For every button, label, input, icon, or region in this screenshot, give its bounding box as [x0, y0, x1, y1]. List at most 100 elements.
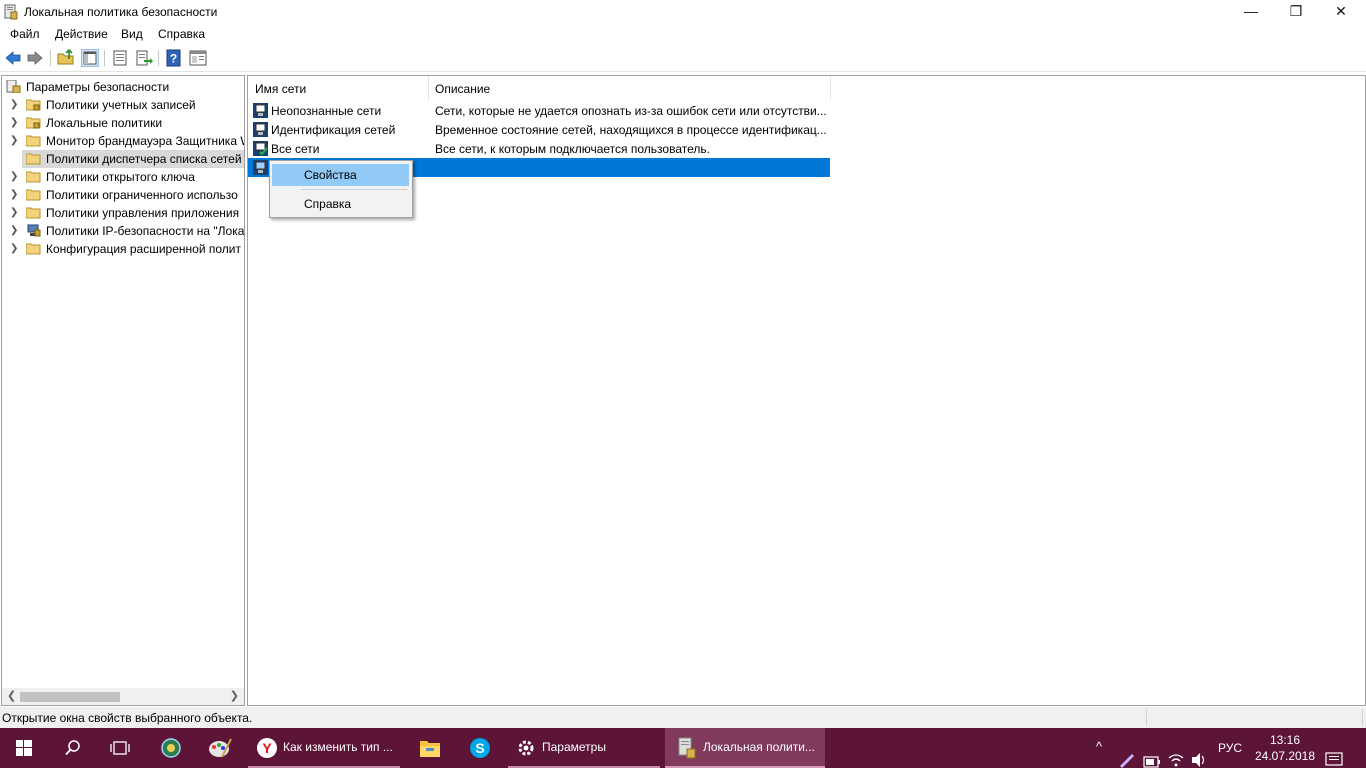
network-name: Все сети [271, 142, 320, 156]
yandex-browser-icon: Y [257, 738, 277, 758]
taskbar-app-label: Как изменить тип ... [283, 740, 393, 754]
folder-icon [26, 171, 41, 183]
properties-icon[interactable] [111, 49, 129, 67]
taskbar-app-paint[interactable] [196, 728, 244, 768]
expand-arrow-icon[interactable]: ❯ [10, 171, 18, 182]
security-policy-icon [4, 4, 18, 20]
maximize-button[interactable]: ❐ [1273, 0, 1319, 24]
list-row[interactable]: Неопознанные сети Сети, которые не удает… [248, 101, 830, 120]
status-divider [1146, 709, 1147, 726]
scroll-left-icon[interactable]: ❮ [7, 689, 16, 702]
expand-arrow-icon[interactable]: ❯ [10, 243, 18, 254]
horizontal-scrollbar[interactable]: ❮ ❯ [2, 688, 244, 705]
up-folder-icon[interactable] [57, 49, 75, 67]
expand-arrow-icon[interactable]: ❯ [10, 207, 18, 218]
network-description: Сети, которые не удается опознать из-за … [435, 104, 827, 118]
wifi-icon[interactable] [1167, 740, 1185, 780]
tree-item-local-policies[interactable]: ❯ Локальные политики [2, 114, 244, 132]
column-header-network-name[interactable]: Имя сети [255, 76, 306, 100]
context-menu-help[interactable]: Справка [272, 193, 409, 215]
search-button[interactable] [48, 728, 96, 768]
svg-text:?: ? [170, 52, 177, 66]
console-icon[interactable] [189, 49, 207, 67]
tree-item-label: Политики открытого ключа [46, 170, 195, 184]
taskbar-app-security-policy[interactable]: Локальная полити... [665, 728, 825, 768]
menu-bar: Файл Действие Вид Справка [0, 24, 1366, 44]
tree-item-label: Политики управления приложения [46, 206, 240, 220]
windows-start-icon [16, 740, 32, 756]
expand-arrow-icon[interactable]: ❯ [10, 225, 18, 236]
tray-chevron-icon[interactable]: ^ [1096, 739, 1102, 779]
network-icon [253, 160, 268, 175]
column-header-description[interactable]: Описание [435, 76, 490, 100]
tree-item-account-policies[interactable]: ❯ Политики учетных записей [2, 96, 244, 114]
title-bar: Локальная политика безопасности — ❐ ✕ [0, 0, 1366, 24]
notification-center-icon[interactable] [1325, 740, 1343, 780]
tree-item-network-list-manager[interactable]: Политики диспетчера списка сетей [2, 150, 244, 168]
status-text: Открытие окна свойств выбранного объекта… [2, 711, 253, 725]
taskbar-app-globe[interactable] [146, 728, 194, 768]
details-list: Имя сети Описание Неопознанные сети Сети… [247, 75, 1366, 706]
tree-item-public-key-policies[interactable]: ❯ Политики открытого ключа [2, 168, 244, 186]
context-menu-label: Справка [304, 197, 352, 211]
back-icon[interactable] [4, 49, 22, 67]
forward-icon[interactable] [26, 49, 44, 67]
folder-icon [26, 153, 41, 165]
list-row[interactable]: Все сети Все сети, к которым подключаетс… [248, 139, 830, 158]
clock[interactable]: 13:16 24.07.2018 [1254, 728, 1316, 768]
expand-arrow-icon[interactable]: ❯ [10, 189, 18, 200]
tree-item-ip-security[interactable]: ❯ Политики IP-безопасности на "Лока [2, 222, 244, 240]
tree-root[interactable]: Параметры безопасности [2, 78, 244, 96]
battery-icon[interactable] [1143, 742, 1161, 782]
close-button[interactable]: ✕ [1318, 0, 1364, 24]
volume-icon[interactable] [1190, 740, 1208, 780]
help-icon[interactable]: ? [165, 49, 183, 67]
taskbar-app-skype[interactable]: S [456, 728, 504, 768]
export-list-icon[interactable] [135, 49, 153, 67]
expand-arrow-icon[interactable]: ❯ [10, 117, 18, 128]
task-view-icon [110, 741, 130, 755]
context-menu-label: Свойства [304, 168, 357, 182]
list-row[interactable]: Идентификация сетей Временное состояние … [248, 120, 830, 139]
tree-item-software-restriction[interactable]: ❯ Политики ограниченного использо [2, 186, 244, 204]
status-bar: Открытие окна свойств выбранного объекта… [0, 707, 1366, 728]
tree-item-label: Монитор брандмауэра Защитника W [46, 134, 245, 148]
tree-item-label: Конфигурация расширенной полит [46, 242, 241, 256]
taskbar-app-settings[interactable]: Параметры [508, 728, 660, 768]
navigation-tree: Параметры безопасности ❯ Политики учетны… [1, 75, 245, 706]
tree-item-advanced-audit[interactable]: ❯ Конфигурация расширенной полит [2, 240, 244, 258]
skype-icon: S [470, 738, 490, 758]
menu-file[interactable]: Файл [10, 27, 40, 41]
task-view-button[interactable] [96, 728, 144, 768]
start-button[interactable] [0, 728, 48, 768]
tree-item-label: Политики IP-безопасности на "Лока [46, 224, 245, 238]
scroll-right-icon[interactable]: ❯ [230, 689, 239, 702]
column-separator[interactable] [830, 76, 831, 100]
folder-icon [26, 189, 41, 201]
pen-icon[interactable] [1118, 740, 1136, 780]
expand-arrow-icon[interactable]: ❯ [10, 135, 18, 146]
window-title: Локальная политика безопасности [24, 5, 218, 19]
language-indicator[interactable]: РУС [1218, 741, 1242, 781]
ip-security-icon [27, 224, 41, 237]
scrollbar-thumb[interactable] [20, 692, 120, 702]
minimize-button[interactable]: — [1228, 0, 1274, 24]
expand-arrow-icon[interactable]: ❯ [10, 99, 18, 110]
menu-action[interactable]: Действие [55, 27, 108, 41]
security-policy-icon [6, 80, 21, 93]
identifying-network-icon [253, 122, 268, 137]
tree-root-label: Параметры безопасности [26, 80, 170, 94]
column-separator[interactable] [428, 76, 429, 100]
taskbar-app-yandex[interactable]: Y Как изменить тип ... [248, 728, 400, 768]
settings-gear-icon [518, 740, 534, 756]
tree-item-label: Локальные политики [46, 116, 163, 130]
folder-lock-icon [26, 99, 41, 111]
menu-view[interactable]: Вид [121, 27, 143, 41]
taskbar-app-explorer[interactable] [406, 728, 454, 768]
folder-lock-icon [26, 117, 41, 129]
context-menu-properties[interactable]: Свойства [272, 164, 409, 186]
show-hide-tree-icon[interactable] [81, 49, 99, 67]
tree-item-application-control[interactable]: ❯ Политики управления приложения [2, 204, 244, 222]
tree-item-firewall-monitor[interactable]: ❯ Монитор брандмауэра Защитника W [2, 132, 244, 150]
menu-help[interactable]: Справка [158, 27, 205, 41]
